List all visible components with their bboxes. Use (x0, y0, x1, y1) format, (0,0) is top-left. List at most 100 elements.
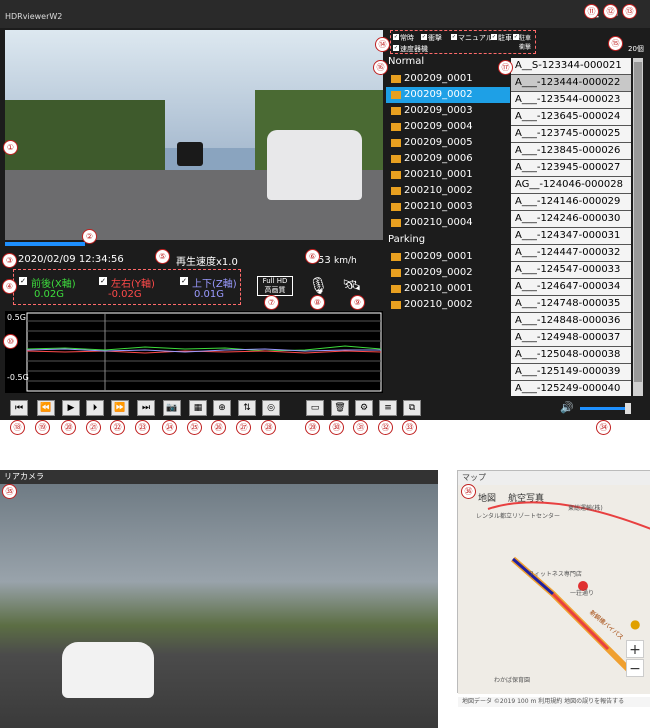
event-id-row[interactable]: A___-123544-000023 (511, 92, 631, 109)
event-id-row[interactable]: A___-124146-000029 (511, 194, 631, 211)
event-id-row[interactable]: A___-125149-000039 (511, 364, 631, 381)
event-id-row[interactable]: A__S-123344-000021 (511, 58, 631, 75)
folder-icon (391, 253, 401, 261)
folder-icon (391, 155, 401, 163)
z-axis-checkbox[interactable]: ✓ (180, 277, 188, 285)
event-id-row[interactable]: A___-124447-000032 (511, 245, 631, 262)
gsensor-graph: 0.5G -0.5G (5, 311, 383, 393)
volume-knob[interactable] (625, 403, 631, 414)
file-item[interactable]: 200209_0002 (386, 87, 510, 103)
file-item[interactable]: 200209_0006 (386, 151, 510, 167)
x-axis-checkbox[interactable]: ✓ (19, 277, 27, 285)
playback-progress[interactable] (5, 242, 85, 246)
filter-checkbox[interactable]: ✓ (421, 34, 427, 40)
satellite-icon[interactable]: 🛰 (342, 276, 361, 294)
callout-badge: ⑤ (155, 249, 170, 264)
map-view[interactable]: 地図 航空写真 レンタル都立リゾートセンター 東総運輸(株) フィットネス専門店… (458, 485, 650, 707)
callout-badge: ⑬ (622, 4, 637, 19)
file-item[interactable]: 200209_0003 (386, 103, 510, 119)
callout-badge: ㉚ (329, 420, 344, 435)
pegman-icon[interactable]: ● (630, 617, 640, 631)
csv-icon[interactable]: ≡ (379, 400, 397, 416)
folder-icon (391, 187, 401, 195)
file-item[interactable]: 200209_0004 (386, 119, 510, 135)
file-name: 200210_0002 (404, 299, 473, 310)
app-title: HDRviewerW2 (5, 12, 63, 21)
folder-icon (391, 75, 401, 83)
event-id-row[interactable]: A___-124948-000037 (511, 330, 631, 347)
video-viewer[interactable] (5, 30, 383, 240)
skip-start-icon[interactable]: ⏮ (10, 400, 28, 416)
map-poi: わかば保育園 (494, 677, 531, 684)
title-bar: HDRviewerW2 ▁ ▢ ✕ (0, 0, 650, 28)
z-axis-value: 0.01G (194, 289, 225, 300)
flip-icon[interactable]: ⇅ (238, 400, 256, 416)
gsensor-panel: ✓ 前後(X軸) 0.02G ✓ 左右(Y軸) -0.02G ✓ 上下(Z軸) … (13, 269, 241, 305)
filter-label: 常時 (400, 34, 414, 42)
event-id-row[interactable]: A___-124748-000035 (511, 296, 631, 313)
event-id-row[interactable]: A___-123444-000022 (511, 75, 631, 92)
filter-checkbox[interactable]: ✓ (393, 45, 399, 51)
callout-badge: ㉙ (305, 420, 320, 435)
folder-icon (391, 123, 401, 131)
callout-badge: ③ (2, 253, 17, 268)
quality-line2: 高画質 (264, 286, 286, 294)
file-name: 200209_0002 (404, 267, 473, 278)
event-id-row[interactable]: A___-124848-000036 (511, 313, 631, 330)
file-item[interactable]: 200209_0002 (386, 265, 510, 281)
volume-slider[interactable] (580, 407, 627, 410)
file-item[interactable]: 200210_0002 (386, 297, 510, 313)
volume-icon[interactable]: 🔊 (560, 401, 574, 414)
rear-camera-view[interactable] (0, 484, 438, 728)
file-item[interactable]: 200210_0001 (386, 281, 510, 297)
trash-icon[interactable]: 🗑 (331, 400, 349, 416)
map-zoom-out[interactable]: − (626, 659, 644, 677)
event-id-row[interactable]: A___-123745-000025 (511, 126, 631, 143)
filter-checkbox[interactable]: ✓ (393, 34, 399, 40)
main-window: HDRviewerW2 ▁ ▢ ✕ 2020/02/09 12:34:56 再生… (0, 0, 650, 420)
rewind-icon[interactable]: ⏪ (37, 400, 55, 416)
event-id-row[interactable]: A___-123945-000027 (511, 160, 631, 177)
filter-checkbox[interactable]: ✓ (451, 34, 457, 40)
gear-icon[interactable]: ⚙ (355, 400, 373, 416)
skip-end-icon[interactable]: ⏭ (137, 400, 155, 416)
map-zoom-in[interactable]: + (626, 640, 644, 658)
folder-icon[interactable]: ▭ (306, 400, 324, 416)
playback-speed-label: 再生速度x1.0 (176, 257, 238, 268)
step-forward-icon[interactable]: ⏵ (86, 400, 104, 416)
fast-forward-icon[interactable]: ⏩ (111, 400, 129, 416)
event-id-row[interactable]: A___-125048-000038 (511, 347, 631, 364)
rear-camera-title: リアカメラ (0, 470, 438, 484)
event-id-row[interactable]: A___-123645-000024 (511, 109, 631, 126)
event-id-row[interactable]: A___-123845-000026 (511, 143, 631, 160)
map-footer: 地図データ ©2019 100 m 利用規約 地図の誤りを報告する (458, 697, 650, 707)
map-drawing (487, 501, 650, 677)
event-id-row[interactable]: A___-124347-000031 (511, 228, 631, 245)
map-poi: 一荘通り (570, 590, 595, 597)
play-icon[interactable]: ▶ (62, 400, 80, 416)
globe-icon[interactable]: ◎ (262, 400, 280, 416)
folder-icon (391, 171, 401, 179)
file-item[interactable]: 200209_0001 (386, 71, 510, 87)
file-item[interactable]: 200210_0003 (386, 199, 510, 215)
filter-checkbox[interactable]: ✓ (491, 34, 497, 40)
file-item[interactable]: 200210_0004 (386, 215, 510, 231)
zoom-icon[interactable]: ⊕ (213, 400, 231, 416)
photo-icon[interactable]: ▦ (189, 400, 207, 416)
callout-badge: ㉓ (135, 420, 150, 435)
microphone-icon[interactable]: 🎙 (308, 276, 328, 295)
callout-badge: ⑰ (498, 60, 513, 75)
event-id-row[interactable]: A___-124647-000034 (511, 279, 631, 296)
event-id-row[interactable]: A___-124246-000030 (511, 211, 631, 228)
file-item[interactable]: 200210_0002 (386, 183, 510, 199)
camera-icon[interactable]: 📷 (163, 400, 181, 416)
event-id-row[interactable]: AG__-124046-000028 (511, 177, 631, 194)
scrollbar-thumb[interactable] (634, 62, 642, 382)
event-id-row[interactable]: A___-124547-000033 (511, 262, 631, 279)
y-axis-checkbox[interactable]: ✓ (99, 277, 107, 285)
window-icon[interactable]: ⧉ (403, 400, 421, 416)
file-item[interactable]: 200210_0001 (386, 167, 510, 183)
file-item[interactable]: 200209_0005 (386, 135, 510, 151)
file-item[interactable]: 200209_0001 (386, 249, 510, 265)
event-id-row[interactable]: A___-125249-000040 (511, 381, 631, 396)
